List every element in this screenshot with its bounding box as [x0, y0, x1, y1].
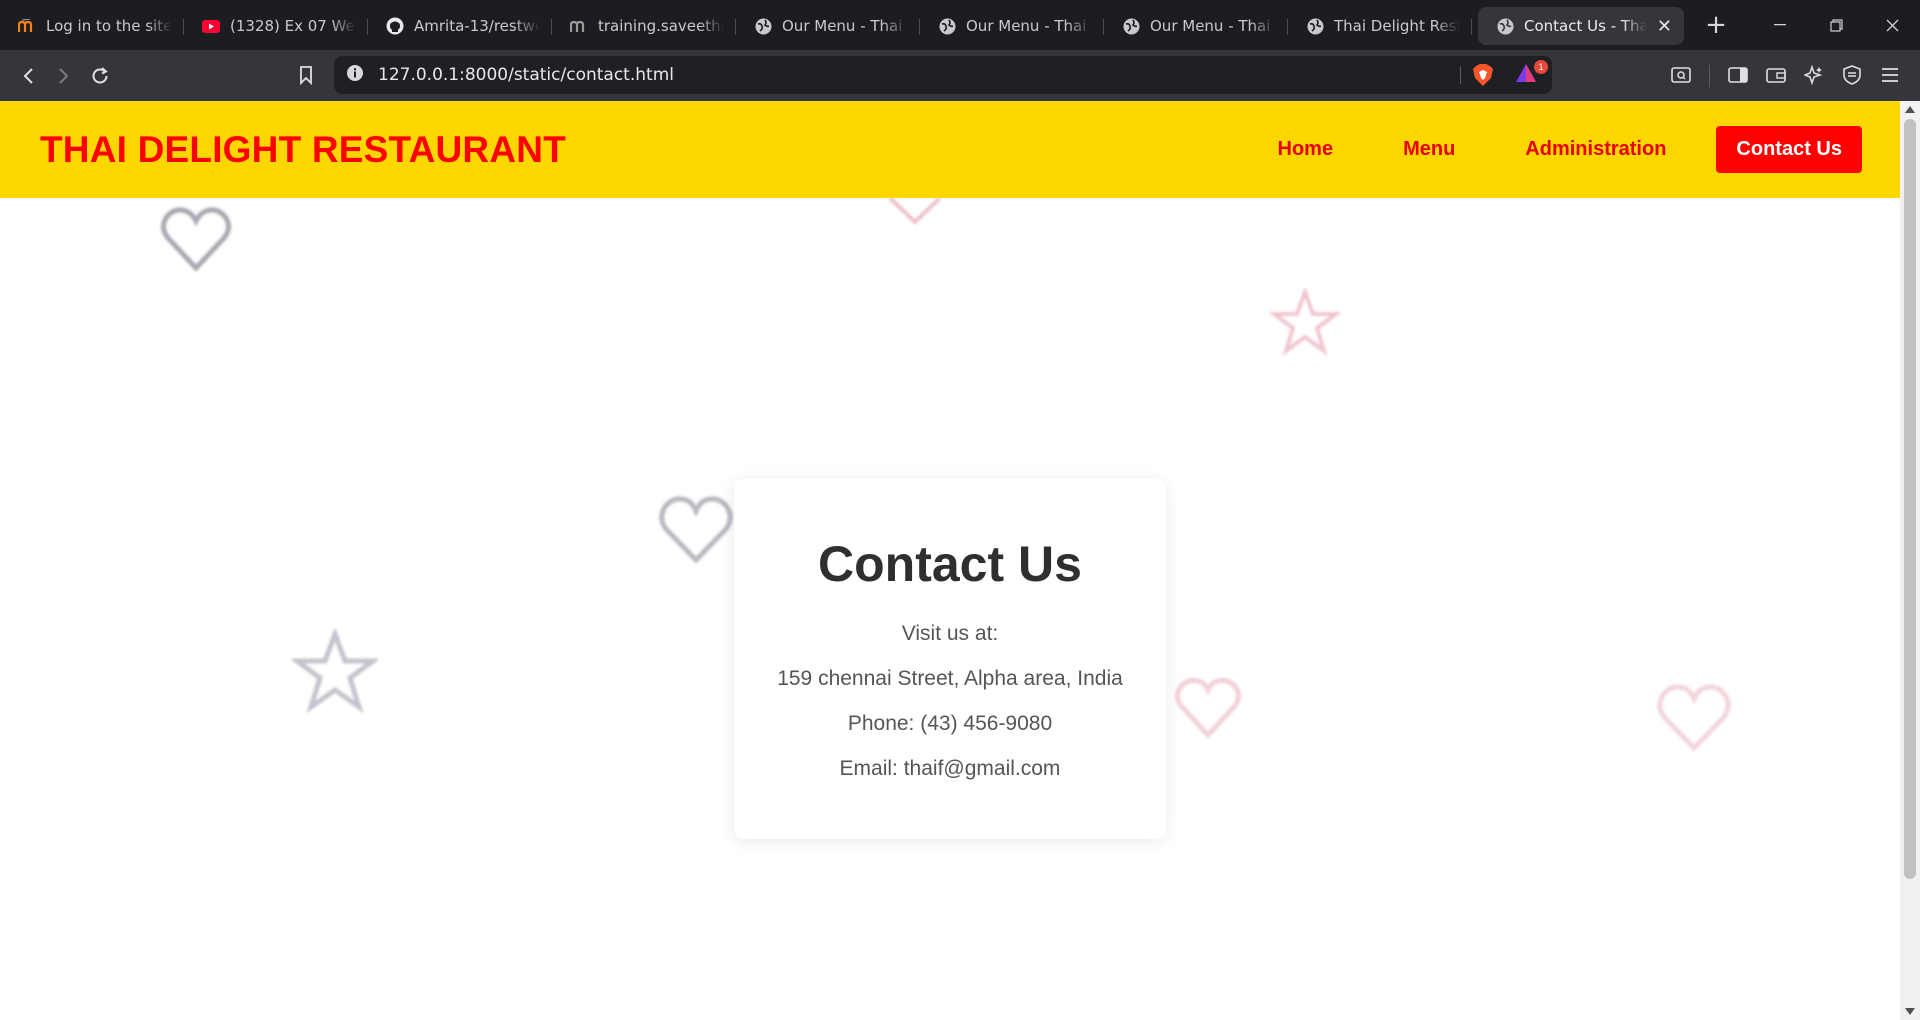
browser-toolbar: 127.0.0.1:8000/static/contact.html 1	[0, 50, 1920, 101]
github-icon	[386, 17, 404, 35]
tab-title: (1328) Ex 07 Webs	[230, 17, 356, 35]
tab-title: Log in to the site |	[46, 17, 172, 35]
heart-decoration-icon	[888, 196, 942, 225]
browser-tab[interactable]: training.saveetha.in	[552, 7, 736, 45]
globe-icon	[938, 17, 956, 35]
browser-tab[interactable]: Log in to the site |	[0, 7, 184, 45]
contact-email: Email: thaif@gmail.com	[839, 757, 1061, 780]
star-decoration-icon	[292, 629, 378, 713]
contact-heading: Contact Us	[818, 536, 1082, 592]
moodle-icon	[18, 17, 36, 35]
tab-title: Our Menu - Thai De	[966, 17, 1092, 35]
scrollbar-thumb[interactable]	[1904, 119, 1916, 879]
nav-home-link[interactable]: Home	[1278, 138, 1334, 161]
browser-tab[interactable]: Thai Delight Restau	[1288, 7, 1472, 45]
tab-title: Our Menu - Thai De	[782, 17, 908, 35]
moodle-icon	[570, 17, 588, 35]
globe-icon	[754, 17, 772, 35]
globe-icon	[1496, 17, 1514, 35]
contact-card: Contact Us Visit us at: 159 chennai Stre…	[734, 479, 1166, 839]
forward-icon[interactable]	[46, 58, 82, 94]
page-scrollbar[interactable]	[1900, 101, 1920, 1020]
main-nav: Home Menu Administration Contact Us	[1208, 126, 1862, 173]
browser-tab[interactable]: Amrita-13/restweb	[368, 7, 552, 45]
globe-icon	[1122, 17, 1140, 35]
browser-tab-active[interactable]: Contact Us - Thai ✕	[1478, 7, 1684, 45]
sidebar-toggle-icon[interactable]	[1720, 57, 1756, 93]
browser-tab[interactable]: Our Menu - Thai De	[1104, 7, 1288, 45]
site-header: THAI DELIGHT RESTAURANT Home Menu Admini…	[0, 101, 1900, 198]
menu-icon[interactable]	[1872, 57, 1908, 93]
page-viewport: THAI DELIGHT RESTAURANT Home Menu Admini…	[0, 101, 1900, 1020]
heart-decoration-icon	[1174, 677, 1242, 739]
tab-title: Contact Us - Thai	[1524, 17, 1647, 35]
globe-icon	[1306, 17, 1324, 35]
leo-ai-icon[interactable]	[1796, 57, 1832, 93]
nav-administration-link[interactable]: Administration	[1525, 138, 1666, 161]
scroll-down-icon[interactable]	[1905, 1008, 1915, 1015]
address-bar[interactable]: 127.0.0.1:8000/static/contact.html 1	[334, 56, 1552, 94]
browser-tab[interactable]: (1328) Ex 07 Webs	[184, 7, 368, 45]
site-brand[interactable]: THAI DELIGHT RESTAURANT	[40, 129, 566, 171]
screenshot-search-icon[interactable]	[1663, 57, 1699, 93]
back-icon[interactable]	[10, 58, 46, 94]
contact-phone: Phone: (43) 456-9080	[847, 712, 1053, 735]
url-text[interactable]: 127.0.0.1:8000/static/contact.html	[378, 65, 674, 85]
visit-label: Visit us at:	[901, 622, 999, 645]
vpn-shield-icon[interactable]	[1834, 57, 1870, 93]
scroll-up-icon[interactable]	[1905, 106, 1915, 113]
browser-tab-bar: Log in to the site | (1328) Ex 07 Webs A…	[0, 0, 1920, 50]
nav-contact-button[interactable]: Contact Us	[1716, 126, 1862, 173]
wallet-icon[interactable]	[1758, 57, 1794, 93]
new-tab-icon[interactable]: +	[1700, 6, 1732, 44]
tab-title: Amrita-13/restweb	[414, 17, 540, 35]
youtube-icon	[202, 17, 220, 35]
minimize-icon[interactable]	[1752, 0, 1808, 50]
contact-address: 159 chennai Street, Alpha area, India	[777, 667, 1123, 690]
star-decoration-icon	[1270, 288, 1340, 356]
nav-menu-link[interactable]: Menu	[1403, 138, 1455, 161]
browser-tab[interactable]: Our Menu - Thai De	[736, 7, 920, 45]
tab-title: Thai Delight Restau	[1334, 17, 1460, 35]
browser-tab[interactable]: Our Menu - Thai De	[920, 7, 1104, 45]
reload-icon[interactable]	[82, 58, 118, 94]
close-window-icon[interactable]	[1864, 0, 1920, 50]
heart-decoration-icon	[160, 207, 232, 272]
site-info-icon[interactable]	[346, 64, 364, 86]
heart-decoration-icon	[659, 496, 733, 564]
close-tab-icon[interactable]: ✕	[1657, 16, 1672, 37]
rewards-badge: 1	[1534, 60, 1548, 74]
brave-shields-icon[interactable]	[1472, 63, 1494, 91]
restore-icon[interactable]	[1808, 0, 1864, 50]
bookmark-icon[interactable]	[288, 57, 324, 93]
heart-decoration-icon	[1657, 684, 1731, 752]
tab-title: training.saveetha.in	[598, 17, 724, 35]
tab-title: Our Menu - Thai De	[1150, 17, 1276, 35]
